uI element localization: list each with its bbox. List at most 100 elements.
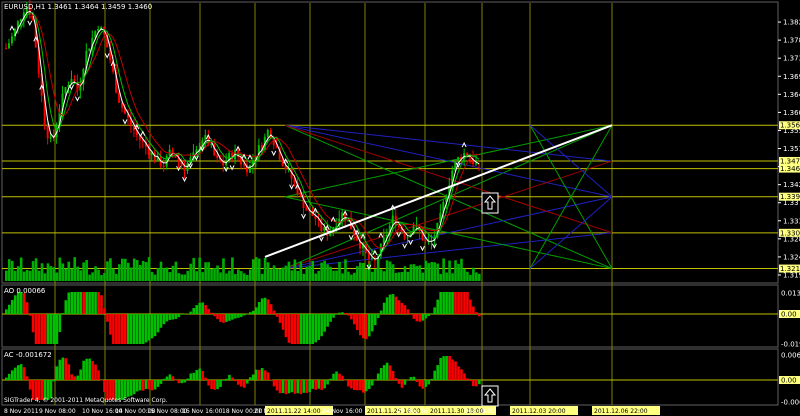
ao-bar [290,314,294,344]
ao-bar [186,313,190,315]
ao-bar [64,300,68,314]
volume-bar [263,257,267,281]
ac-bar [454,361,457,380]
price-tick-label: 1.3600 [783,109,800,117]
volume-bar [171,265,175,281]
candle-body [183,166,186,171]
volume-bar [314,273,317,281]
trading-chart[interactable]: 1.3825 1.3780 1.3735 1.3690 1.3645 1.3600 1.35… [0,0,800,416]
volume-bar [156,267,160,281]
ao-bar [448,292,451,314]
ao-bar [124,314,127,344]
ao-bar [135,314,139,344]
volume-bar [475,272,478,281]
ac-bar [7,373,11,380]
ac-bar [85,358,88,380]
volume-bar [138,265,142,281]
volume-bar [49,266,53,281]
ao-bar [61,313,65,314]
volume-bar [308,266,312,281]
price-tick-label: 1.3690 [783,73,800,81]
ao-bar [67,292,71,314]
ac-bar [311,380,315,389]
volume-bar [82,262,85,281]
ac-bar [103,380,106,393]
ac-bar [382,365,386,380]
ao-bar [245,313,249,315]
volume-bar [100,274,103,281]
ao-bar [183,313,187,315]
ac-bar [135,380,139,392]
volume-bar [373,268,377,281]
candle-body [394,215,397,226]
volume-bar [186,270,190,281]
ac-bar [243,380,246,388]
ac-bar [254,369,258,380]
ac-bar [219,380,222,387]
volume-bar [266,262,270,281]
volume-bar [427,263,431,281]
volume-bar [5,270,8,281]
volume-bar [70,268,74,281]
ac-bar [287,380,291,394]
ac-bar [257,369,261,380]
ac-bar [424,380,428,387]
ac-bar [359,380,362,391]
ac-bar [240,380,243,387]
ao-bar [454,292,457,314]
ac-bar [385,362,389,380]
osc-level-label: -0.00629 [781,399,800,407]
ao-bar [118,314,121,344]
ac-bar [192,372,196,380]
volume-bar [177,273,181,281]
ao-bar [201,302,204,314]
volume-bar [272,265,276,281]
ao-bar [13,295,17,314]
ao-bar [189,311,193,314]
volume-bar [299,261,303,281]
ao-bar [472,306,475,314]
volume-bar [332,270,335,281]
ac-bar [341,375,344,380]
ac-bar [400,380,404,388]
ao-bar [28,314,32,316]
price-level-label: 1.3460 [780,165,800,173]
ac-bar [391,370,395,380]
time-label: Dec 10:00 [464,408,495,415]
ac-bar [55,366,59,380]
ao-bar [308,314,312,344]
up-arrow-icon[interactable] [481,385,499,407]
ac-bar [335,371,338,380]
ao-bar [97,292,100,314]
ac-bar [150,380,154,391]
ao-bar [287,314,291,343]
ac-bar [177,380,181,384]
ao-bar [436,299,439,314]
ao-bar [138,314,142,344]
ac-bar [195,370,198,380]
osc-level-label: 0.00677 [781,352,800,360]
ac-bar [296,380,300,394]
volume-bar [7,259,11,281]
ao-bar [159,314,163,328]
ao-bar [222,314,225,323]
ao-bar [91,292,94,314]
ac-bar [278,380,282,394]
ac-bar [159,380,163,384]
volume-bar [22,271,26,281]
volume-bar [64,268,68,281]
ac-bar [129,380,133,396]
ac-bar [284,380,288,395]
time-axis: 8 Nov 2011 9 Nov 08:00 10 Nov 16:0014 Nov … [4,406,660,415]
volume-bar [281,267,285,281]
ao-bar [234,314,237,319]
volume-bar [129,267,133,281]
ac-bar [82,360,85,380]
ao-bar [335,314,338,315]
up-arrow-icon[interactable] [481,192,499,214]
volume-bar [240,271,243,281]
ao-bar [228,314,231,321]
volume-bar [40,263,44,281]
ao-bar [403,305,407,314]
ao-bar [323,314,326,332]
